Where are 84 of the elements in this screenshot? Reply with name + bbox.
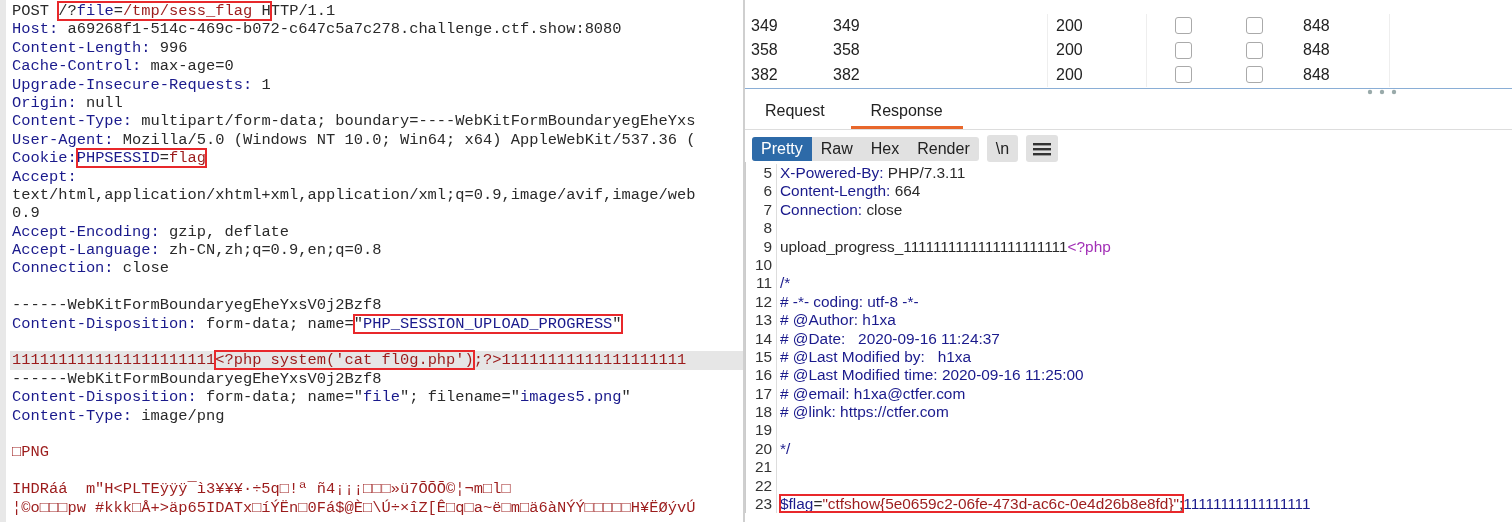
line-number: 19: [746, 421, 777, 440]
table-cell-text: 848: [1302, 41, 1331, 60]
view-mode-button[interactable]: Hex: [861, 136, 909, 161]
code-line: Content-Disposition: form-data; name="file"; filename="images5.png": [11, 388, 632, 407]
code-line: Origin: null: [11, 93, 124, 113]
tab[interactable]: Response: [850, 95, 963, 129]
code-line: POST /?file=/tmp/sess_flag HTTP/1.1: [11, 2, 337, 21]
code-line: Cookie:PHPSESSID=flag: [11, 149, 207, 168]
line-number: 14: [746, 329, 777, 348]
code-line: Cache-Control: max-age=0: [11, 57, 235, 76]
code-line: Upgrade-Insecure-Requests: 1: [11, 75, 272, 94]
table-cell-text: 349: [750, 16, 779, 35]
checkbox[interactable]: [1174, 66, 1192, 84]
table-cell-text: 848: [1302, 16, 1331, 35]
line-number: 7: [746, 200, 777, 220]
drag-handle-icon[interactable]: [1367, 89, 1397, 95]
code-line: /*: [779, 274, 792, 293]
code-line: Content-Disposition: form-data; name="PHP_SESSION_UPLOAD_PROGRESS": [11, 314, 623, 334]
line-number: 6: [746, 182, 777, 201]
newline-toggle-button[interactable]: \n: [986, 135, 1019, 162]
code-line: Host: a69268f1-514c-469c-b072-c647c5a7c278.challenge.ctf.show:8080: [11, 20, 623, 39]
code-line: Content-Length: 664: [779, 182, 922, 201]
line-number: 11: [746, 274, 777, 293]
table-cell: 200: [1047, 62, 1146, 87]
line-number: 23: [746, 495, 777, 514]
code-line: Connection: close: [779, 200, 904, 220]
view-mode-button[interactable]: Render: [908, 136, 979, 161]
line-number: 8: [746, 219, 777, 238]
code-line: ¦©o□□□pw #kkk□Å+>äp65IDATx□íÝËn□0Fá$@È□\Ú÷×îZ[Ê□q□a~ë□m□ä6àNÝÝ□□□□□H¥ËØývÚ: [11, 498, 697, 517]
checkbox[interactable]: [1174, 17, 1192, 35]
table-cell-text: 349: [833, 16, 861, 35]
code-line: Content-Type: multipart/form-data; boundary=----WebKitFormBoundaryegEheYxs: [11, 112, 697, 131]
code-line: ------WebKitFormBoundaryegEheYxsV0j2Bzf8: [11, 369, 383, 389]
code-line: $flag="ctfshow{5e0659c2-06fe-473d-ac6c-0e4d26b8e8fd}";11111111111111111: [779, 495, 1312, 514]
table-cell-text: 358: [833, 41, 861, 60]
line-number: 21: [746, 458, 777, 477]
checkbox[interactable]: [1245, 17, 1263, 35]
code-line: ------WebKitFormBoundaryegEheYxsV0j2Bzf8: [11, 296, 383, 315]
code-line: # @Date: 2020-09-16 11:24:37: [779, 329, 1001, 348]
line-number: 20: [746, 439, 777, 459]
checkbox[interactable]: [1245, 66, 1263, 84]
line-number: 12: [746, 292, 777, 312]
menu-icon: [1033, 141, 1052, 156]
code-line: □PNG: [11, 443, 50, 462]
table-cell-text: 382: [833, 65, 861, 84]
code-line: User-Agent: Mozilla/5.0 (Windows NT 10.0; Win64; x64) AppleWebKit/537.36 (: [11, 130, 697, 150]
code-line: Accept-Encoding: gzip, deflate: [11, 222, 291, 242]
code-line: # -*- coding: utf-8 -*-: [779, 292, 920, 312]
code-line: # @Last Modified by: h1xa: [779, 347, 972, 367]
table-cell-text: 848: [1302, 65, 1331, 84]
line-number: 9: [746, 237, 777, 256]
view-mode-button[interactable]: Pretty: [752, 136, 812, 161]
tab[interactable]: Request: [753, 95, 837, 129]
menu-button[interactable]: [1026, 135, 1059, 162]
view-mode-button[interactable]: Raw: [811, 136, 862, 161]
code-line: */: [779, 439, 792, 459]
code-line: 0.9: [11, 204, 41, 223]
table-cell: 200: [1047, 38, 1146, 63]
line-number: 15: [746, 347, 777, 367]
code-line: Content-Length: 996: [11, 38, 189, 58]
code-line: Accept-Language: zh-CN,zh;q=0.9,en;q=0.8: [11, 241, 383, 260]
line-number: 17: [746, 384, 777, 404]
code-line: Accept:: [11, 167, 78, 186]
code-line: upload_progress_1111111111111111111111<?php: [779, 237, 1112, 256]
line-number: 13: [746, 311, 777, 330]
checkbox[interactable]: [1174, 41, 1192, 59]
line-number: 22: [746, 476, 777, 496]
line-number: 18: [746, 403, 777, 422]
code-line: X-Powered-By: PHP/7.3.11: [779, 164, 967, 183]
code-line: text/html,application/xhtml+xml,application/xml;q=0.9,image/avif,image/web: [11, 185, 697, 205]
table-cell-text: 358: [750, 41, 779, 60]
code-line: # @link: https://ctfer.com: [779, 403, 950, 422]
line-number: 5: [746, 164, 777, 183]
table-cell-text: 382: [750, 65, 779, 84]
checkbox[interactable]: [1245, 41, 1263, 59]
code-line: IHDRáá m"H<PLTEÿÿÿ¯ì3¥¥¥·÷5q□!ª ñ4¡¡¡□□□»ü7ÕÕÕ©¦¬m□l□: [11, 480, 512, 499]
table-cell: 200: [1047, 13, 1146, 38]
code-line: # @email: h1xa@ctfer.com: [779, 384, 967, 404]
line-number: 10: [746, 255, 777, 275]
code-line: Connection: close: [11, 259, 171, 278]
line-number: 16: [746, 366, 777, 385]
code-line: # @Last Modified time: 2020-09-16 11:25:00: [779, 366, 1085, 385]
code-line: # @Author: h1xa: [779, 311, 897, 330]
code-line: Content-Type: image/png: [11, 406, 226, 425]
